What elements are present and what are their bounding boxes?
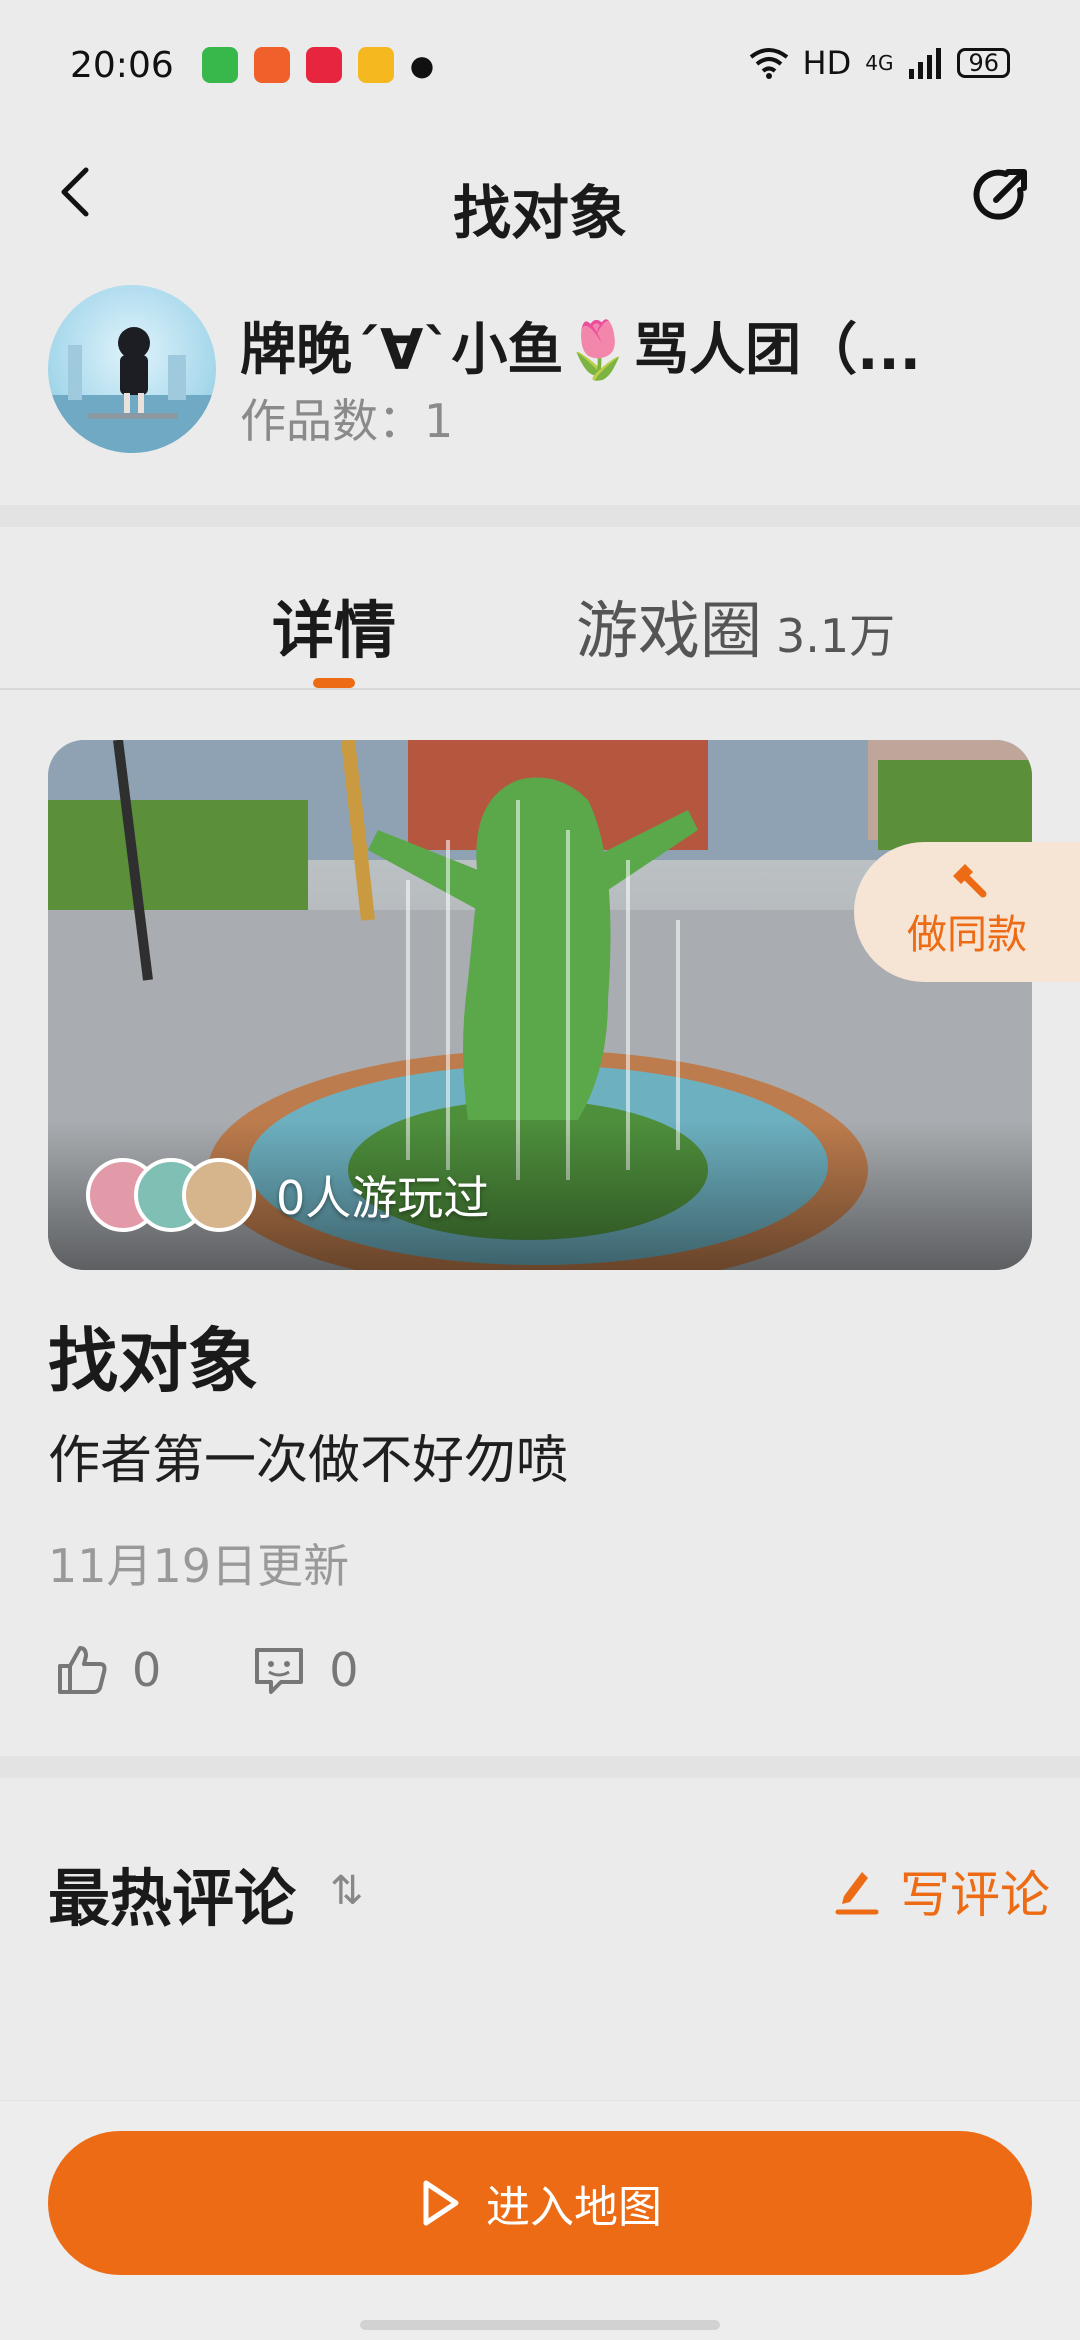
share-icon[interactable] (966, 160, 1036, 230)
remake-button[interactable]: 做同款 (854, 842, 1080, 982)
comment-count: 0 (329, 1643, 359, 1697)
author-info[interactable]: 牌晚´∀`小鱼🌷骂人团（... 作品数：1 (48, 285, 1048, 460)
players-summary: 0人游玩过 (86, 1158, 489, 1232)
game-description: 作者第一次做不好勿喷 (48, 1431, 569, 1491)
remake-label: 做同款 (907, 912, 1027, 958)
hot-comments-title: 最热评论 (48, 1862, 297, 1935)
active-tab-indicator (313, 678, 355, 688)
game-cover-image[interactable]: 0人游玩过 (48, 740, 1032, 1270)
write-comment-button[interactable]: 写评论 (832, 1855, 1050, 1927)
comment-button[interactable]: 0 (251, 1642, 359, 1698)
tab-game-circle-label: 游戏圈 (576, 594, 763, 667)
player-avatar (182, 1158, 256, 1232)
tab-game-circle[interactable]: 游戏圈 3.1万 (576, 580, 895, 670)
page-title: 找对象 (452, 179, 627, 247)
game-stats: 0 0 (54, 1642, 449, 1698)
status-time: 20:06 (70, 44, 174, 86)
navigation-bar: 找对象 (0, 130, 1080, 260)
status-indicators: HD 4G 96 (749, 44, 1010, 82)
notification-app-icon (357, 47, 394, 83)
battery-icon: 96 (957, 48, 1010, 78)
home-indicator[interactable] (360, 2320, 720, 2330)
game-title: 找对象 (48, 1320, 258, 1402)
play-icon (423, 2180, 459, 2226)
more-notifications-dot: ● (409, 48, 435, 82)
section-divider (0, 505, 1080, 527)
update-date: 11月19日更新 (48, 1539, 350, 1593)
sort-icon[interactable]: ⇅ (330, 1868, 364, 1914)
thumbs-up-icon (58, 1646, 107, 1694)
bottom-action-bar: 进入地图 (0, 2100, 1080, 2340)
notification-app-icon (253, 47, 290, 83)
enter-map-button[interactable]: 进入地图 (48, 2131, 1032, 2275)
like-count: 0 (132, 1643, 162, 1697)
author-name[interactable]: 牌晚´∀`小鱼🌷骂人团（... (240, 305, 1000, 386)
section-divider (0, 1756, 1080, 1778)
enter-map-label: 进入地图 (486, 2182, 662, 2233)
tab-bar: 详情 游戏圈 3.1万 (0, 530, 1080, 690)
played-count: 0人游玩过 (276, 1171, 490, 1225)
signal-label: 4G (865, 51, 894, 75)
write-comment-label: 写评论 (900, 1866, 1050, 1924)
signal-icon (909, 48, 942, 79)
notification-app-icon (305, 47, 342, 83)
author-works-count: 作品数：1 (240, 394, 454, 448)
like-button[interactable]: 0 (54, 1642, 161, 1698)
network-type: HD (802, 44, 852, 82)
tab-game-circle-count: 3.1万 (776, 609, 896, 663)
status-bar: 20:06 ● HD 4G 96 (0, 0, 1080, 130)
hammer-icon (953, 864, 987, 898)
tab-details[interactable]: 详情 (272, 580, 396, 670)
pen-icon (835, 1872, 879, 1915)
avatar-image (48, 327, 216, 453)
wifi-icon (749, 48, 788, 79)
notification-app-icon (201, 47, 238, 83)
comment-icon (255, 1648, 304, 1694)
author-avatar[interactable] (48, 285, 216, 453)
